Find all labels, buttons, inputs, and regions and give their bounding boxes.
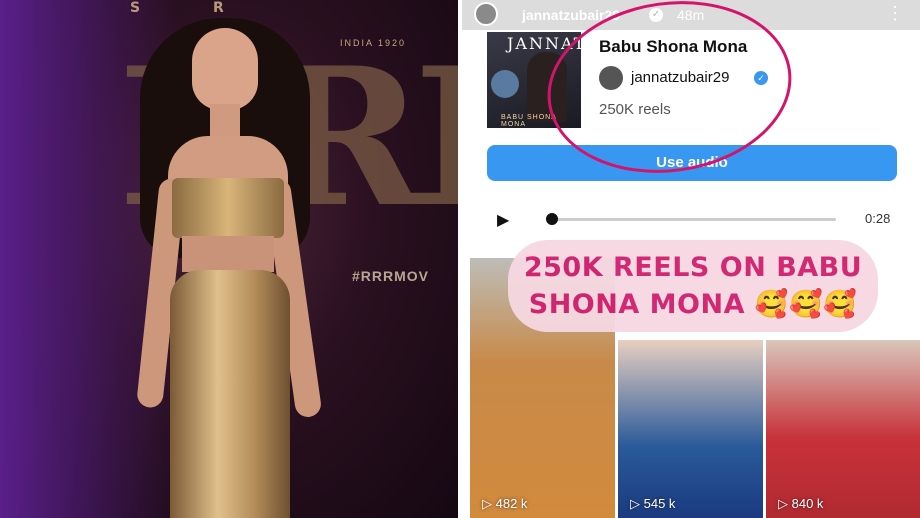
person-figure <box>130 8 330 518</box>
rrr-india-text: INDIA 1920 <box>340 38 407 48</box>
backdrop-hashtag: #RRRMOV <box>352 268 430 284</box>
album-art-disc <box>491 70 519 98</box>
caption-line-2-text: SHONA MONA <box>528 289 745 320</box>
audio-duration: 0:28 <box>865 211 891 226</box>
face-shape <box>192 28 258 110</box>
caption-line-2: SHONA MONA 🥰🥰🥰 <box>508 288 878 320</box>
audio-progress-knob[interactable] <box>546 213 558 225</box>
reel-views-count: 482 k <box>495 496 528 511</box>
reel-views: ▷ 840 k <box>778 496 824 511</box>
caption-line-1: 250K REELS ON BABU <box>523 252 863 283</box>
reel-thumbnail[interactable]: ▷ 840 k <box>766 340 920 518</box>
instagram-audio-page: jannatzubair29 ✓ 48m ⋮ JANNAT BABU SHONA… <box>462 0 920 518</box>
reel-views-count: 840 k <box>791 496 824 511</box>
event-photo: S R RRR INDIA 1920 #RRRMOV <box>0 0 458 518</box>
reel-thumbnail[interactable]: ▷ 545 k <box>618 340 763 518</box>
more-vertical-icon[interactable]: ⋮ <box>886 3 904 24</box>
dress-top-shape <box>172 178 284 238</box>
reel-views-count: 545 k <box>643 496 676 511</box>
play-icon[interactable]: ▶ <box>497 210 509 230</box>
reel-views: ▷ 545 k <box>630 496 676 511</box>
audio-progress-bar[interactable] <box>550 218 836 221</box>
story-avatar[interactable] <box>474 2 498 26</box>
reel-views: ▷ 482 k <box>482 496 528 511</box>
dress-skirt-shape <box>170 270 290 518</box>
caption-bubble: 250K REELS ON BABU SHONA MONA 🥰🥰🥰 <box>508 240 878 332</box>
smiling-hearts-emoji-icon: 🥰🥰🥰 <box>754 289 858 320</box>
midriff-shape <box>182 236 274 272</box>
